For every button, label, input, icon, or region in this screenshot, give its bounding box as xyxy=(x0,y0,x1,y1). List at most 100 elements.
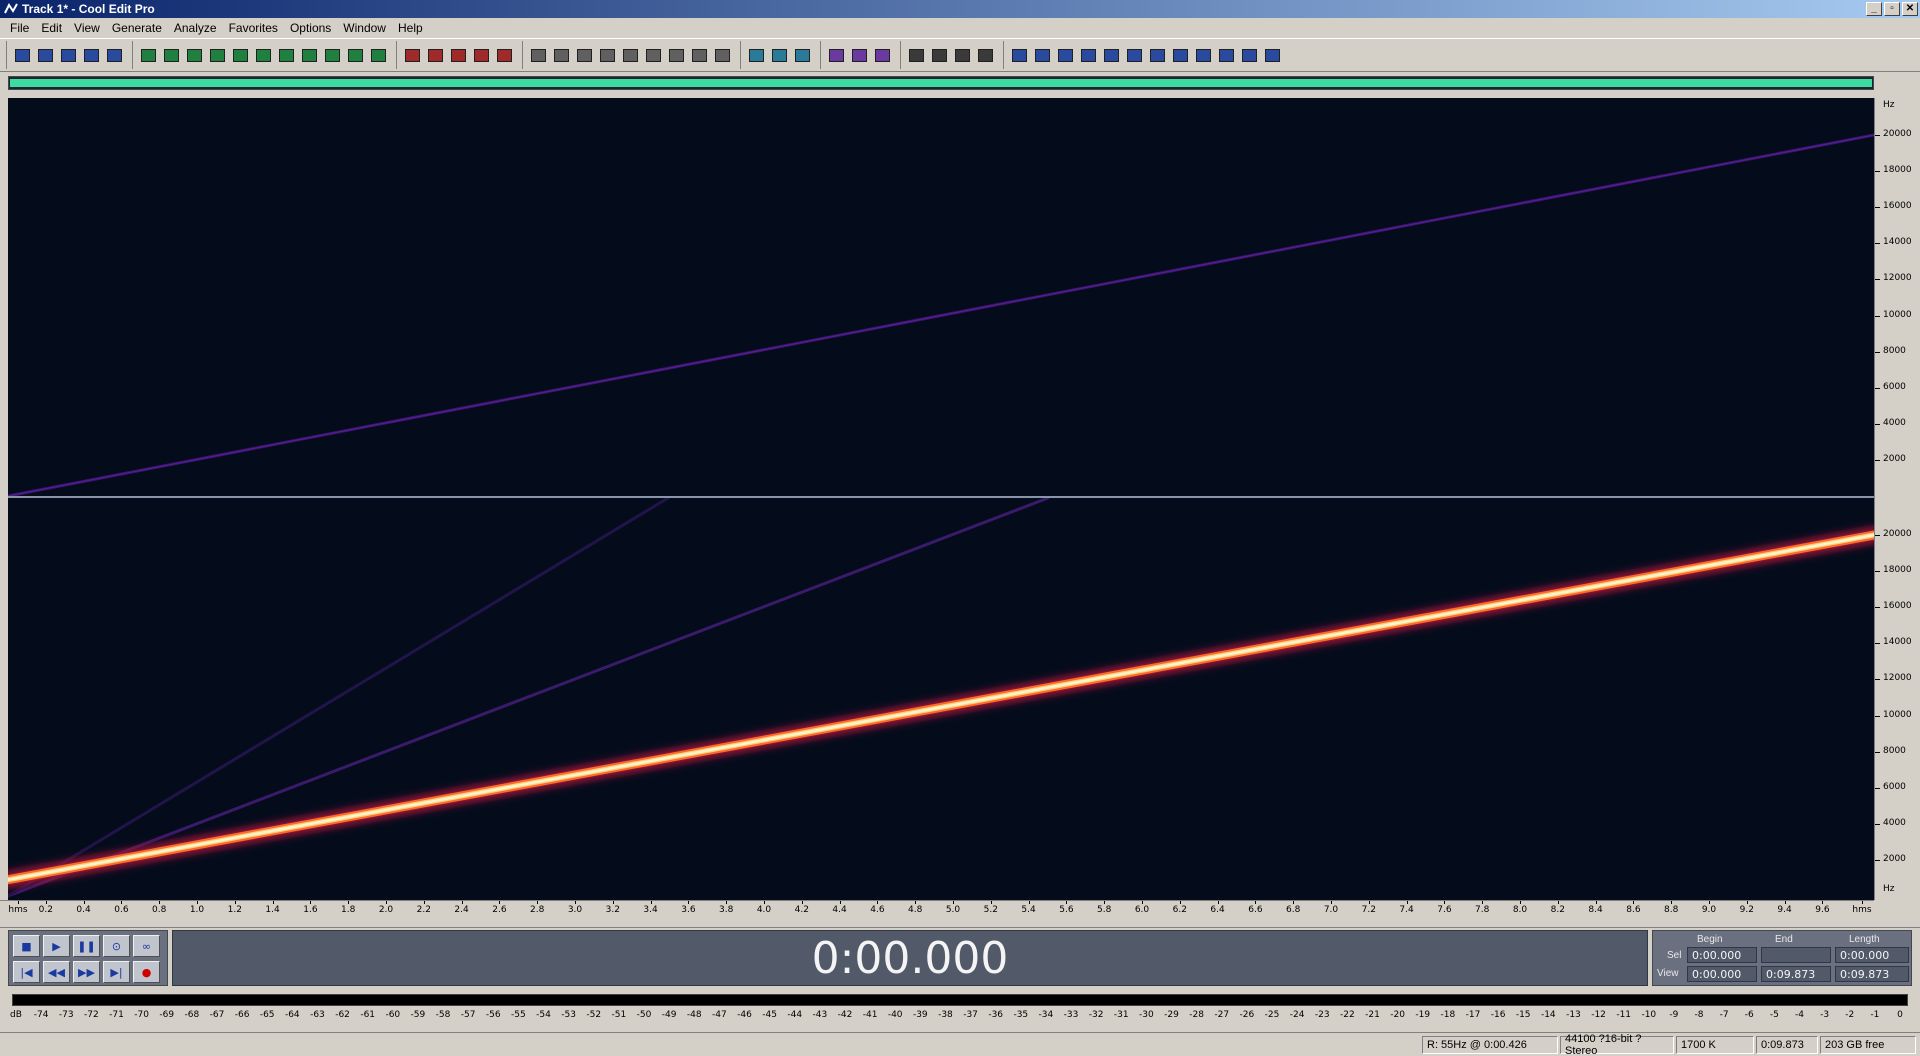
time-tick-label: 0.2 xyxy=(38,905,53,915)
minimize-button[interactable]: _ xyxy=(1866,2,1882,16)
undo-button[interactable] xyxy=(137,44,159,66)
loop-button[interactable] xyxy=(344,44,366,66)
close-button[interactable]: ✕ xyxy=(1902,2,1918,16)
effects-button[interactable] xyxy=(745,44,767,66)
menu-help[interactable]: Help xyxy=(392,21,429,35)
overview-bar[interactable] xyxy=(8,76,1874,90)
reverb-button[interactable] xyxy=(1123,44,1145,66)
zoom-button[interactable] xyxy=(619,44,641,66)
play-button[interactable]: ▶ xyxy=(43,935,70,957)
save-as-button[interactable] xyxy=(103,44,125,66)
record-button[interactable]: ● xyxy=(133,961,160,983)
save-button[interactable] xyxy=(80,44,102,66)
hard-limit-button[interactable] xyxy=(1008,44,1030,66)
mixer-button[interactable] xyxy=(527,44,549,66)
open-append-button[interactable] xyxy=(57,44,79,66)
properties-button[interactable] xyxy=(550,44,572,66)
redo-button[interactable] xyxy=(160,44,182,66)
menu-options[interactable]: Options xyxy=(284,21,337,35)
amplify-icon xyxy=(1080,48,1096,62)
stretch-button[interactable] xyxy=(1215,44,1237,66)
filter-button[interactable] xyxy=(928,44,950,66)
time-format-button[interactable] xyxy=(642,44,664,66)
menu-analyze[interactable]: Analyze xyxy=(168,21,223,35)
time-tick xyxy=(537,901,539,904)
meter-label: -34 xyxy=(1038,1010,1054,1020)
delay-button[interactable] xyxy=(1100,44,1122,66)
hz-tick-label: 14000 xyxy=(1883,237,1912,248)
zoom-in-button[interactable] xyxy=(871,44,893,66)
loop-button[interactable]: ∞ xyxy=(133,935,160,957)
overview-range[interactable] xyxy=(10,79,1872,87)
settings-button[interactable] xyxy=(1261,44,1283,66)
time-tick xyxy=(1066,901,1068,904)
menu-view[interactable]: View xyxy=(68,21,106,35)
noise-button[interactable] xyxy=(974,44,996,66)
spectrum-button[interactable] xyxy=(825,44,847,66)
fast-forward-button[interactable]: ▶▶ xyxy=(73,961,100,983)
view-length-field[interactable]: 0:09.873 xyxy=(1835,966,1909,982)
channel-divider xyxy=(8,496,1874,498)
menu-generate[interactable]: Generate xyxy=(106,21,168,35)
meter-label: -55 xyxy=(511,1010,526,1020)
sel-length-field[interactable]: 0:00.000 xyxy=(1835,947,1909,963)
sweep-button[interactable] xyxy=(1192,44,1214,66)
rewind-button[interactable]: ◀◀ xyxy=(43,961,70,983)
tempo-button[interactable] xyxy=(665,44,687,66)
play-to-end-button[interactable]: ⊙ xyxy=(103,935,130,957)
parametric-button[interactable] xyxy=(951,44,973,66)
cd-view-button[interactable] xyxy=(493,44,515,66)
graphic-eq-button[interactable] xyxy=(905,44,927,66)
open-button[interactable] xyxy=(34,44,56,66)
split-button[interactable] xyxy=(275,44,297,66)
multitrack-button[interactable] xyxy=(470,44,492,66)
grid-button[interactable] xyxy=(688,44,710,66)
normalize-button[interactable] xyxy=(1054,44,1076,66)
stop-button[interactable]: ■ xyxy=(13,935,40,957)
window-title: Track 1* - Cool Edit Pro xyxy=(22,2,155,16)
snap-button[interactable] xyxy=(573,44,595,66)
hz-tick-label: 14000 xyxy=(1883,637,1912,648)
search-button[interactable] xyxy=(848,44,870,66)
meter-label: -7 xyxy=(1719,1010,1729,1020)
time-tick-label: 4.2 xyxy=(794,905,809,915)
time-ruler[interactable]: hms 0.2 0.4 0.6 0.8 1.0 1.2 1.4 1.6 1.8 2.0 2.2 2.4 2… xyxy=(0,900,1874,918)
view-begin-field[interactable]: 0:00.000 xyxy=(1687,966,1757,982)
go-to-begin-button[interactable]: |◀ xyxy=(13,961,40,983)
cut-knife-button[interactable] xyxy=(183,44,205,66)
trim-button[interactable] xyxy=(252,44,274,66)
copy-button[interactable] xyxy=(206,44,228,66)
spectral-view-button[interactable] xyxy=(424,44,446,66)
go-to-end-button[interactable]: ▶| xyxy=(103,961,130,983)
hz-tick xyxy=(1875,859,1880,861)
menu-favorites[interactable]: Favorites xyxy=(223,21,284,35)
menu-edit[interactable]: Edit xyxy=(35,21,68,35)
restore-button[interactable]: ▫ xyxy=(1884,2,1900,16)
zoom-full-button[interactable] xyxy=(321,44,343,66)
sel-end-field[interactable] xyxy=(1761,947,1831,963)
view-end-field[interactable]: 0:09.873 xyxy=(1761,966,1831,982)
favorites-button[interactable] xyxy=(768,44,790,66)
time-tick xyxy=(423,901,425,904)
waveform-view-button[interactable] xyxy=(401,44,423,66)
chorus-button[interactable] xyxy=(1146,44,1168,66)
view-toggle-button[interactable] xyxy=(11,44,33,66)
menu-file[interactable]: File xyxy=(4,21,35,35)
help-button[interactable] xyxy=(791,44,813,66)
edit-view-button[interactable] xyxy=(447,44,469,66)
envelope-button[interactable] xyxy=(367,44,389,66)
flanger-button[interactable] xyxy=(1169,44,1191,66)
fit-button[interactable] xyxy=(298,44,320,66)
time-tick xyxy=(1331,901,1332,904)
menu-window[interactable]: Window xyxy=(337,21,392,35)
pause-button[interactable]: ❚❚ xyxy=(73,935,100,957)
spectral-view[interactable] xyxy=(8,98,1874,900)
paste-button[interactable] xyxy=(229,44,251,66)
amplify-button[interactable] xyxy=(1077,44,1099,66)
markers-button[interactable] xyxy=(711,44,733,66)
play-button[interactable] xyxy=(596,44,618,66)
fade-button[interactable] xyxy=(1031,44,1053,66)
phase-button[interactable] xyxy=(1238,44,1260,66)
horizontal-scroll[interactable] xyxy=(0,918,1920,928)
sel-begin-field[interactable]: 0:00.000 xyxy=(1687,947,1757,963)
